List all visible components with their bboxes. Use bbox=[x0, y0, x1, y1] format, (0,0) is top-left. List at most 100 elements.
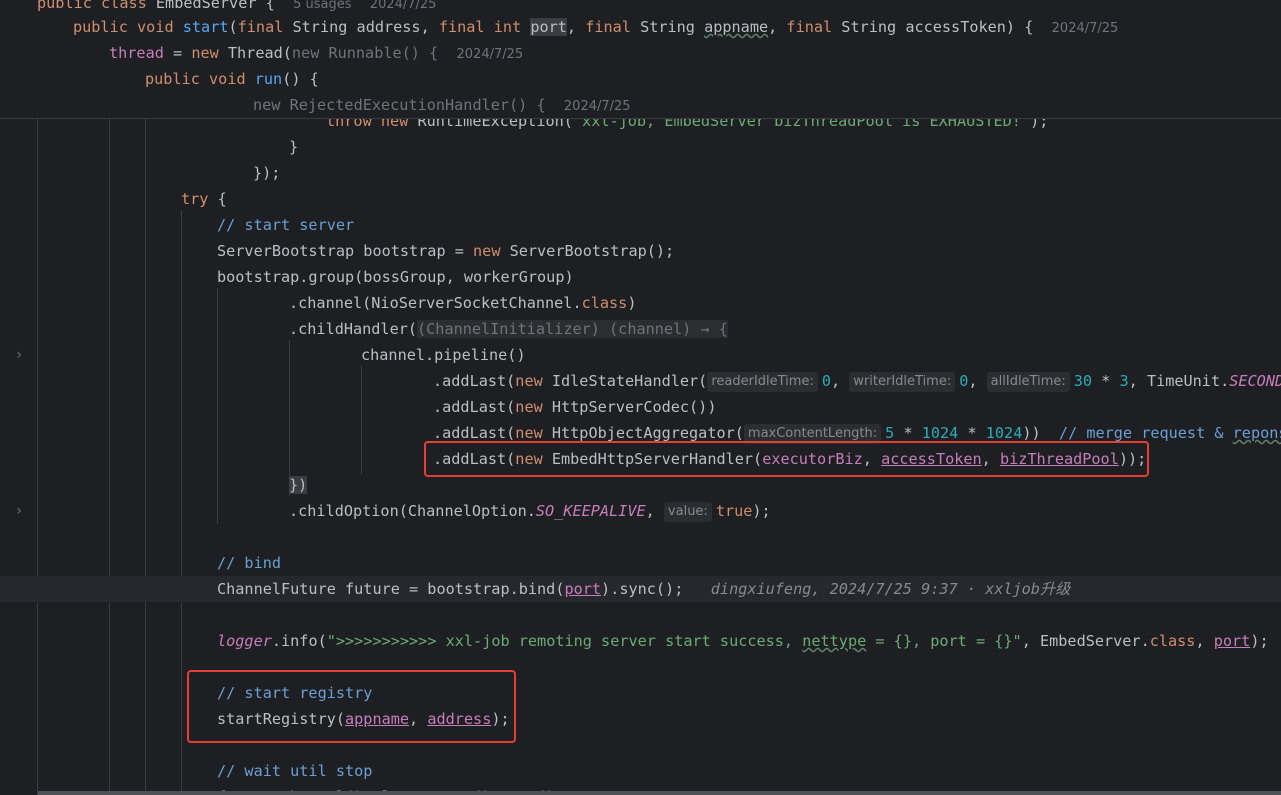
param-hint: readerIdleTime: bbox=[707, 372, 818, 392]
code-line: .addLast(new HttpObjectAggregator(maxCon… bbox=[0, 420, 1281, 446]
keyword-class: class bbox=[101, 0, 147, 12]
method-name: run bbox=[254, 70, 283, 88]
param-name: appname bbox=[704, 18, 769, 36]
method-name: start bbox=[182, 18, 229, 36]
code-punct: , bbox=[566, 18, 586, 36]
param-name: address bbox=[356, 18, 421, 36]
keyword-void: void bbox=[137, 18, 174, 36]
code-text: .channel(NioServerSocketChannel. bbox=[289, 294, 582, 312]
type-name: String bbox=[640, 18, 695, 36]
code-text: IdleStateHandler( bbox=[542, 372, 708, 390]
code-text: HttpObjectAggregator( bbox=[542, 424, 744, 442]
keyword-int: int bbox=[493, 18, 522, 36]
folded-lambda[interactable]: (ChannelInitializer) (channel) → { bbox=[417, 320, 728, 338]
code-punct: , bbox=[1195, 632, 1214, 650]
keyword-final: final bbox=[237, 18, 284, 36]
code-text: .addLast( bbox=[433, 372, 516, 390]
horizontal-scrollbar[interactable] bbox=[38, 791, 1281, 795]
number: 3 bbox=[1119, 372, 1129, 390]
param-hint: allIdleTime: bbox=[986, 372, 1070, 392]
comment-typo: reponse bbox=[1232, 424, 1281, 442]
keyword-public: public bbox=[145, 70, 200, 88]
code-text: ChannelFuture future = bootstrap.bind( bbox=[217, 580, 565, 598]
closing-brace: }); bbox=[253, 164, 281, 182]
code-text: .addLast( bbox=[433, 398, 516, 416]
keyword-final: final bbox=[786, 18, 833, 36]
keyword-try: try bbox=[181, 190, 209, 208]
number: 1024 bbox=[921, 424, 959, 442]
static-field: SECONDS bbox=[1229, 372, 1281, 390]
keyword-true: true bbox=[715, 502, 753, 520]
code-line: logger.info(">>>>>>>>>>> xxl-job remotin… bbox=[0, 628, 1281, 654]
sticky-line: public void run() { bbox=[0, 66, 319, 92]
code-punct: , bbox=[645, 502, 664, 520]
code-line: channel.pipeline() bbox=[0, 342, 526, 368]
comment-bind: // bind bbox=[217, 554, 282, 572]
git-blame-annotation[interactable]: dingxiufeng, 2024/7/25 9:37 · xxljob升级 bbox=[711, 580, 1071, 598]
keyword-new: new bbox=[515, 424, 543, 442]
param-appname: appname bbox=[345, 710, 410, 728]
code-line: .childOption(ChannelOption.SO_KEEPALIVE,… bbox=[0, 498, 1281, 524]
code-line: bootstrap.group(bossGroup, workerGroup) bbox=[0, 264, 574, 290]
code-text: HttpServerCodec()) bbox=[542, 398, 717, 416]
param-port: port bbox=[1213, 632, 1251, 650]
code-text: bootstrap.group(bossGroup, workerGroup) bbox=[217, 268, 574, 286]
keyword-class: class bbox=[581, 294, 628, 312]
type-name: String bbox=[292, 18, 348, 36]
code-punct: , bbox=[831, 372, 850, 390]
code-text: .childHandler( bbox=[289, 320, 418, 338]
code-line: .addLast(new EmbedHttpServerHandler(exec… bbox=[0, 446, 1281, 472]
code-op: * bbox=[1092, 372, 1120, 390]
static-field: SO_KEEPALIVE bbox=[535, 502, 646, 520]
string-literal: ">>>>>>>>>>> xxl-job remoting server sta… bbox=[326, 632, 803, 650]
code-punct: , bbox=[420, 18, 439, 36]
blame-date: 2024/7/25 bbox=[456, 47, 524, 62]
code-punct: )) bbox=[1022, 424, 1059, 442]
code-line: try { bbox=[0, 186, 227, 212]
code-line: › }) bbox=[0, 472, 1281, 519]
sticky-scope-header[interactable]: public class EmbedServer { 5 usages 2024… bbox=[0, 0, 1281, 119]
code-punct: , bbox=[968, 372, 987, 390]
code-text: ServerBootstrap(); bbox=[500, 242, 675, 260]
code-punct: { bbox=[256, 0, 275, 12]
code-op: * bbox=[958, 424, 986, 442]
param-port: port bbox=[564, 580, 602, 598]
param-name: port bbox=[530, 18, 567, 36]
code-editor[interactable]: throw new RuntimeException("xxl-job, Emb… bbox=[0, 0, 1281, 795]
blame-date: 2024/7/25 bbox=[563, 99, 631, 114]
usages-count[interactable]: 5 usages bbox=[293, 0, 351, 12]
number: 0 bbox=[821, 372, 831, 390]
param-name: accessToken bbox=[905, 18, 1006, 36]
code-punct: ( bbox=[228, 18, 238, 36]
code-line: .channel(NioServerSocketChannel.class) bbox=[0, 290, 636, 316]
closing-brace: } bbox=[289, 138, 299, 156]
code-punct: ); bbox=[1250, 632, 1269, 650]
code-text: EmbedHttpServerHandler( bbox=[542, 450, 763, 468]
code-line: startRegistry(appname, address); bbox=[0, 706, 510, 732]
field-thread: thread bbox=[109, 44, 164, 62]
code-punct: , bbox=[981, 450, 1000, 468]
code-text: .info( bbox=[271, 632, 327, 650]
param-hint: value: bbox=[663, 502, 712, 522]
string-literal: = {}, port = {}" bbox=[866, 632, 1022, 650]
current-line: ChannelFuture future = bootstrap.bind(po… bbox=[0, 576, 1281, 602]
code-text: channel.pipeline() bbox=[361, 346, 526, 364]
code-line: // start registry bbox=[0, 680, 372, 706]
keyword-public: public bbox=[37, 0, 92, 12]
code-text: .childOption(ChannelOption. bbox=[289, 502, 536, 520]
class-name: EmbedServer bbox=[155, 0, 257, 12]
code-punct: , bbox=[768, 18, 787, 36]
code-punct: ); bbox=[752, 502, 771, 520]
comment-start-registry: // start registry bbox=[217, 684, 373, 702]
field-logger: logger bbox=[217, 632, 272, 650]
field-executorbiz: executorBiz bbox=[762, 450, 863, 468]
string-typo: nettype bbox=[802, 632, 867, 650]
param-bizthreadpool: bizThreadPool bbox=[999, 450, 1119, 468]
code-punct: { bbox=[208, 190, 227, 208]
closing-paren: }) bbox=[289, 476, 308, 494]
keyword-final: final bbox=[585, 18, 631, 36]
number: 5 bbox=[885, 424, 895, 442]
blame-date: 2024/7/25 bbox=[1051, 21, 1119, 36]
sticky-line: thread = new Thread(new Runnable() { 202… bbox=[0, 40, 523, 66]
code-line: › .childHandler((ChannelInitializer) (ch… bbox=[0, 316, 1281, 363]
